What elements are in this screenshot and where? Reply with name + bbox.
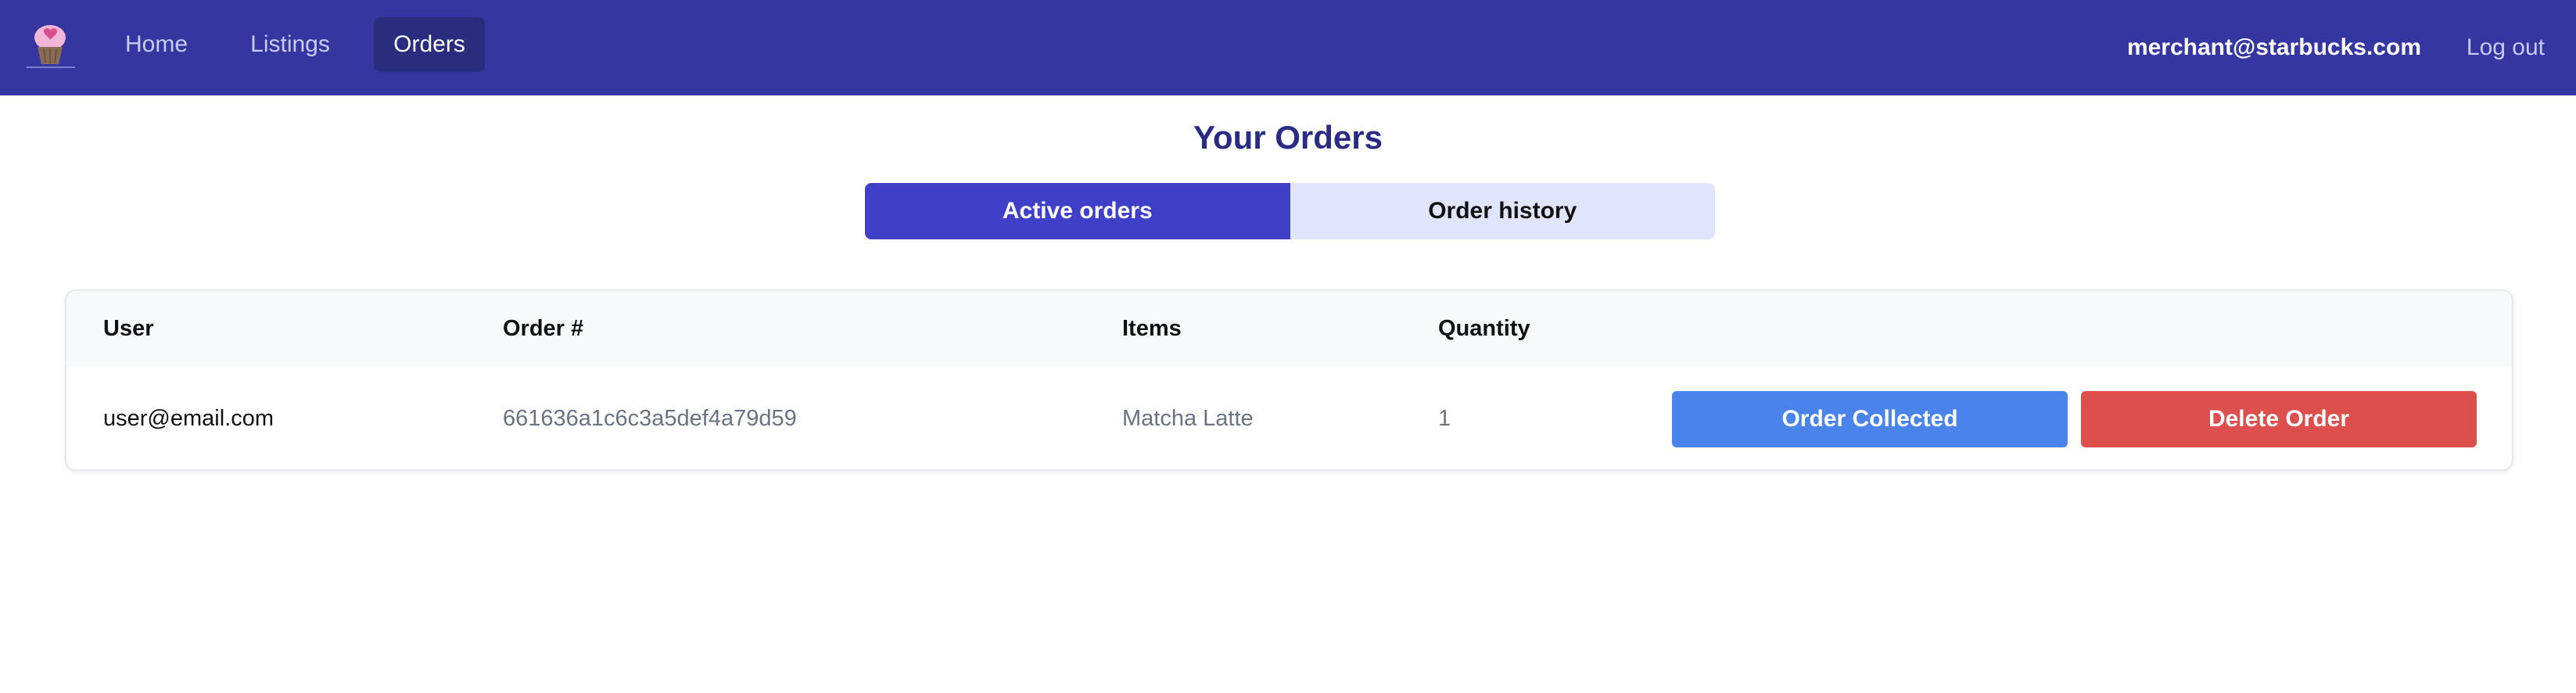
cell-items: Matcha Latte bbox=[1122, 405, 1254, 431]
nav-home-link[interactable]: Home bbox=[109, 17, 203, 72]
cell-order-id: 661636a1c6c3a5def4a79d59 bbox=[503, 405, 797, 431]
logout-link[interactable]: Log out bbox=[2467, 0, 2545, 95]
order-tabs: Active orders Order history bbox=[865, 183, 1715, 239]
cell-quantity: 1 bbox=[1438, 405, 1451, 431]
orders-table: User Order # Items Quantity user@email.c… bbox=[65, 289, 2513, 471]
nav-orders-link[interactable]: Orders bbox=[374, 17, 485, 72]
header-items: Items bbox=[1122, 315, 1182, 341]
tab-order-history[interactable]: Order history bbox=[1290, 183, 1715, 239]
order-collected-button[interactable]: Order Collected bbox=[1672, 391, 2068, 447]
header-order-number: Order # bbox=[503, 315, 584, 341]
user-email: merchant@starbucks.com bbox=[2126, 34, 2421, 60]
delete-order-button[interactable]: Delete Order bbox=[2081, 391, 2477, 447]
nav-listings-link[interactable]: Listings bbox=[235, 17, 346, 72]
page-title: Your Orders bbox=[1193, 119, 1383, 156]
header-quantity: Quantity bbox=[1438, 315, 1530, 341]
cell-user: user@email.com bbox=[103, 405, 274, 431]
cupcake-logo-icon[interactable] bbox=[22, 20, 80, 69]
table-header: User Order # Items Quantity bbox=[66, 291, 2512, 366]
header-user: User bbox=[103, 315, 154, 341]
tab-active-orders[interactable]: Active orders bbox=[865, 183, 1290, 239]
navbar: Home Listings Orders merchant@starbucks.… bbox=[0, 0, 2576, 95]
